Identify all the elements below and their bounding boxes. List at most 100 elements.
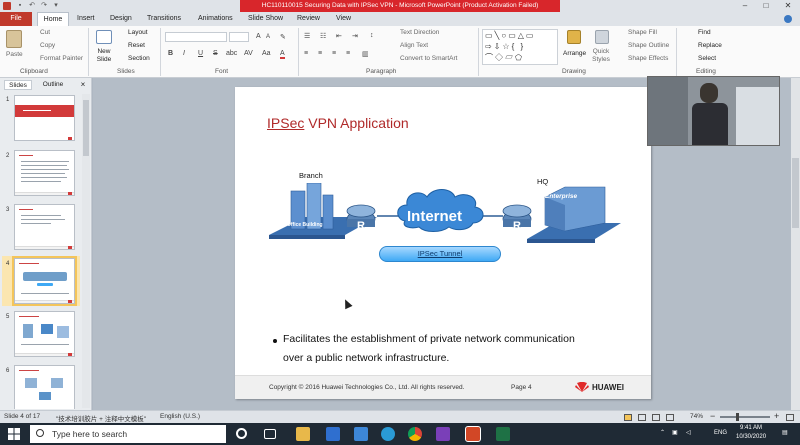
editor-scrollbar[interactable] [791, 78, 800, 410]
paste-icon[interactable] [6, 30, 22, 48]
store-icon[interactable] [326, 427, 340, 441]
task-view-icon[interactable] [264, 429, 276, 439]
slide-thumbnail-6[interactable] [14, 365, 75, 409]
tab-insert[interactable]: Insert [77, 12, 95, 26]
align-left-icon[interactable]: ≡ [304, 50, 308, 57]
network-icon[interactable]: ▣ [672, 429, 678, 436]
bold-button[interactable]: B [168, 50, 173, 57]
minimize-button[interactable]: – [735, 0, 755, 12]
zoom-slider-thumb[interactable] [736, 413, 739, 421]
shapes-gallery[interactable]: ▭╲○▭△▭ ⇨⇩☆{ } ⌒◇▱⬠ [482, 29, 558, 65]
zoom-in-button[interactable]: + [774, 412, 779, 421]
pane-close-button[interactable]: × [78, 80, 88, 90]
slide-title[interactable]: IPSec VPN Application [267, 115, 409, 131]
shadow-button[interactable]: abc [226, 50, 237, 57]
arrange-icon[interactable] [567, 30, 581, 44]
bullet-text-line-1[interactable]: Facilitates the establishment of private… [283, 333, 575, 345]
numbering-icon[interactable]: ☷ [320, 32, 326, 40]
align-right-icon[interactable]: ≡ [332, 50, 336, 57]
excel-taskbar-icon[interactable] [496, 427, 510, 441]
language-indicator[interactable]: ENG [714, 430, 727, 436]
tab-file[interactable]: File [0, 12, 32, 26]
shape-fill-button[interactable]: Shape Fill [628, 29, 657, 36]
clear-format-icon[interactable]: ✎ [280, 33, 286, 41]
tab-outline[interactable]: Outline [38, 80, 68, 90]
clock-date[interactable]: 10/30/2020 [736, 434, 766, 440]
language-status[interactable]: English (U.S.) [160, 413, 200, 420]
tray-chevron-icon[interactable]: ⌃ [660, 429, 665, 436]
tab-transitions[interactable]: Transitions [147, 12, 181, 26]
select-button[interactable]: Select [698, 55, 716, 62]
tab-slides[interactable]: Slides [4, 80, 32, 90]
reset-button[interactable]: Reset [128, 42, 145, 49]
clock-time[interactable]: 9:41 AM [740, 425, 762, 431]
copy-button[interactable]: Copy [40, 42, 55, 49]
slide-thumbnail-2[interactable] [14, 150, 75, 196]
slideshow-icon[interactable] [666, 414, 674, 421]
shape-outline-button[interactable]: Shape Outline [628, 42, 669, 49]
tab-review[interactable]: Review [297, 12, 320, 26]
convert-smartart-button[interactable]: Convert to SmartArt [400, 55, 457, 62]
grow-font-button[interactable]: A [256, 33, 261, 40]
tab-home[interactable]: Home [37, 12, 69, 26]
chrome-icon[interactable] [408, 427, 422, 441]
italic-button[interactable]: I [183, 50, 185, 57]
increase-indent-icon[interactable]: ⇥ [352, 32, 358, 40]
zoom-level[interactable]: 74% [690, 413, 703, 420]
paste-button[interactable]: Paste [6, 51, 23, 58]
cortana-icon[interactable] [236, 428, 247, 439]
redo-icon[interactable]: ↷ [40, 2, 48, 10]
align-text-button[interactable]: Align Text [400, 42, 428, 49]
bullet-text-line-2[interactable]: over a public network infrastructure. [283, 352, 449, 364]
reading-view-icon[interactable] [652, 414, 660, 421]
change-case-button[interactable]: Aa [262, 50, 271, 57]
save-icon[interactable]: ▪ [16, 2, 24, 10]
font-name-combo[interactable] [165, 32, 227, 42]
new-slide-icon[interactable] [96, 30, 112, 44]
tab-slide-show[interactable]: Slide Show [248, 12, 283, 26]
pane-scrollbar-thumb[interactable] [83, 100, 89, 156]
shrink-font-button[interactable]: A [266, 34, 270, 40]
slide-thumbnail-1[interactable] [14, 95, 75, 141]
tab-view[interactable]: View [336, 12, 351, 26]
file-explorer-icon[interactable] [296, 427, 310, 441]
justify-icon[interactable]: ≡ [346, 50, 350, 57]
format-painter-button[interactable]: Format Painter [40, 55, 83, 62]
zoom-slider[interactable] [720, 416, 770, 418]
arrange-button[interactable]: Arrange [563, 50, 586, 57]
replace-button[interactable]: Replace [698, 42, 722, 49]
strikethrough-button[interactable]: S [213, 50, 218, 57]
cut-button[interactable]: Cut [40, 29, 50, 36]
close-button[interactable]: ✕ [778, 0, 798, 12]
slide-thumbnail-3[interactable] [14, 204, 75, 250]
shape-effects-button[interactable]: Shape Effects [628, 55, 668, 62]
text-direction-button[interactable]: Text Direction [400, 29, 439, 36]
tab-design[interactable]: Design [110, 12, 132, 26]
taskbar-search-box[interactable]: Type here to search [30, 425, 226, 443]
mail-icon[interactable] [354, 427, 368, 441]
powerpoint-taskbar-icon[interactable] [465, 426, 481, 442]
notifications-icon[interactable]: ▤ [782, 429, 788, 436]
slide-thumbnail-4[interactable] [12, 256, 77, 306]
decrease-indent-icon[interactable]: ⇤ [336, 32, 342, 40]
font-color-button[interactable]: A [280, 50, 285, 59]
app-icon[interactable] [436, 427, 450, 441]
quick-styles-icon[interactable] [595, 30, 609, 44]
normal-view-icon[interactable] [624, 414, 632, 421]
edge-icon[interactable] [381, 427, 395, 441]
find-button[interactable]: Find [698, 29, 711, 36]
volume-icon[interactable]: ◁ [686, 429, 691, 436]
layout-button[interactable]: Layout [128, 29, 148, 36]
windows-start-icon[interactable] [8, 428, 20, 440]
zoom-out-button[interactable]: − [710, 412, 715, 421]
section-button[interactable]: Section [128, 55, 150, 62]
undo-icon[interactable]: ↶ [28, 2, 36, 10]
align-center-icon[interactable]: ≡ [318, 50, 322, 57]
quick-styles-button[interactable]: Quick Styles [590, 48, 612, 64]
bullets-icon[interactable]: ☰ [304, 32, 310, 40]
slide-canvas[interactable]: IPSec VPN Application Branch HQ Office B… [235, 87, 651, 399]
line-spacing-icon[interactable]: ↕ [370, 32, 374, 39]
fit-to-window-icon[interactable] [786, 414, 794, 421]
font-size-combo[interactable] [229, 32, 249, 42]
customize-toolbar-icon[interactable]: ▾ [52, 2, 60, 10]
